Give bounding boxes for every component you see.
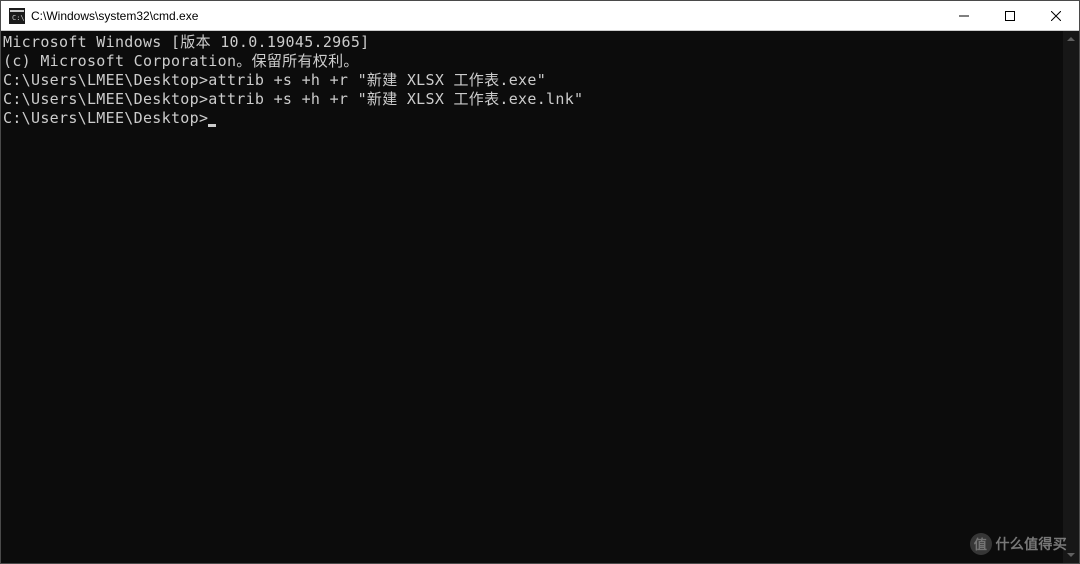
terminal-line: C:\Users\LMEE\Desktop>attrib +s +h +r "新… xyxy=(3,71,1079,90)
terminal-area[interactable]: Microsoft Windows [版本 10.0.19045.2965] (… xyxy=(1,31,1079,563)
cursor xyxy=(208,124,216,127)
maximize-button[interactable] xyxy=(987,1,1033,30)
watermark: 值 什么值得买 xyxy=(970,533,1068,555)
window-title: C:\Windows\system32\cmd.exe xyxy=(31,9,941,23)
vertical-scrollbar[interactable] xyxy=(1063,31,1079,563)
watermark-badge-icon: 值 xyxy=(970,533,992,555)
svg-text:C:\: C:\ xyxy=(12,14,25,22)
cmd-icon: C:\ xyxy=(9,8,25,24)
close-button[interactable] xyxy=(1033,1,1079,30)
terminal-prompt-line: C:\Users\LMEE\Desktop> xyxy=(3,109,1079,128)
window-controls xyxy=(941,1,1079,30)
scroll-up-button[interactable] xyxy=(1063,31,1079,47)
minimize-button[interactable] xyxy=(941,1,987,30)
watermark-text: 什么值得买 xyxy=(996,535,1068,554)
titlebar[interactable]: C:\ C:\Windows\system32\cmd.exe xyxy=(1,1,1079,31)
scrollbar-track[interactable] xyxy=(1063,47,1079,547)
prompt-text: C:\Users\LMEE\Desktop> xyxy=(3,109,208,127)
terminal-line: Microsoft Windows [版本 10.0.19045.2965] xyxy=(3,33,1079,52)
terminal-line: C:\Users\LMEE\Desktop>attrib +s +h +r "新… xyxy=(3,90,1079,109)
terminal-line: (c) Microsoft Corporation。保留所有权利。 xyxy=(3,52,1079,71)
cmd-window: C:\ C:\Windows\system32\cmd.exe Microsof… xyxy=(0,0,1080,564)
